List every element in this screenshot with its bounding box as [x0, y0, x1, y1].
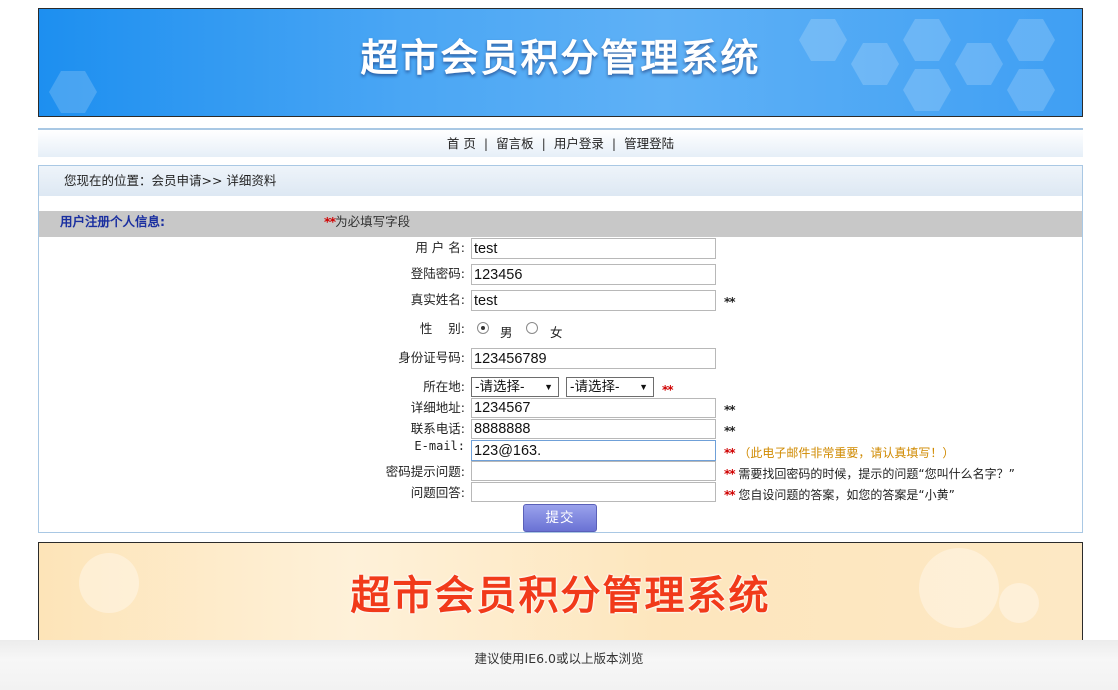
phone-label: 联系电话:	[410, 421, 465, 436]
idcard-input[interactable]	[471, 348, 716, 369]
dropdown-arrow-icon: ▼	[639, 382, 648, 392]
required-mark: **	[724, 295, 736, 309]
browser-hint: 建议使用IE6.0或以上版本浏览	[0, 640, 1118, 690]
required-mark: **	[324, 214, 336, 229]
address-input[interactable]	[471, 398, 716, 418]
nav-home[interactable]: 首 页	[447, 136, 476, 151]
breadcrumb: 您现在的位置：会员申请>> 详细资料	[39, 166, 1082, 196]
email-label: E-mail:	[414, 439, 465, 453]
city-select[interactable]: -请选择- ▼	[566, 377, 654, 397]
answer-note: ** 您自设问题的答案，如您的答案是“小黄”	[724, 486, 955, 503]
top-nav: 首 页 | 留言板 | 用户登录 | 管理登陆	[38, 128, 1083, 157]
email-note-text: （此电子邮件非常重要，请认真填写！）	[738, 446, 955, 460]
gender-female-label: 女	[550, 325, 563, 340]
required-mark: **	[724, 403, 736, 417]
banner-title: 超市会员积分管理系统	[360, 36, 761, 80]
realname-label: 真实姓名:	[410, 292, 465, 307]
password-label: 登陆密码:	[410, 266, 465, 281]
question-label: 密码提示问题:	[385, 464, 465, 479]
required-mark: **	[724, 446, 736, 460]
phone-input[interactable]	[471, 419, 716, 439]
required-note-text: 为必填写字段	[335, 214, 411, 229]
email-note: ** （此电子邮件非常重要，请认真填写！）	[724, 444, 954, 461]
nav-guestbook[interactable]: 留言板	[496, 136, 534, 151]
footer-banner-title: 超市会员积分管理系统	[350, 573, 771, 619]
password-input[interactable]	[471, 264, 716, 285]
required-mark: **	[724, 488, 736, 502]
email-input[interactable]	[471, 440, 716, 461]
required-mark: **	[662, 383, 674, 397]
question-input[interactable]	[471, 461, 716, 481]
username-label: 用 户 名:	[415, 240, 465, 255]
required-mark: **	[724, 424, 736, 438]
section-header: 用户注册个人信息: **为必填写字段	[39, 211, 1082, 237]
province-select[interactable]: -请选择- ▼	[471, 377, 559, 397]
realname-input[interactable]	[471, 290, 716, 311]
gender-label: 性 别:	[419, 321, 465, 336]
registration-panel: 您现在的位置：会员申请>> 详细资料 用户注册个人信息: **为必填写字段 用 …	[38, 165, 1083, 533]
nav-user-login[interactable]: 用户登录	[554, 136, 604, 151]
province-select-value: -请选择-	[475, 379, 525, 394]
nav-separator: |	[541, 136, 546, 151]
required-mark: **	[724, 467, 736, 481]
username-input[interactable]	[471, 238, 716, 259]
gender-male-radio[interactable]	[477, 322, 489, 334]
region-label: 所在地:	[423, 379, 465, 394]
city-select-value: -请选择-	[570, 379, 620, 394]
answer-input[interactable]	[471, 482, 716, 502]
header-banner: 超市会员积分管理系统	[38, 8, 1083, 117]
idcard-label: 身份证号码:	[398, 350, 465, 365]
nav-admin-login[interactable]: 管理登陆	[624, 136, 674, 151]
required-note: **为必填写字段	[324, 211, 410, 233]
question-note: ** 需要找回密码的时候，提示的问题“您叫什么名字？”	[724, 465, 1015, 482]
nav-separator: |	[611, 136, 617, 151]
dropdown-arrow-icon: ▼	[544, 382, 553, 392]
address-label: 详细地址:	[410, 400, 465, 415]
nav-separator: |	[483, 136, 489, 151]
gender-male-label: 男	[500, 325, 513, 340]
question-note-text: 需要找回密码的时候，提示的问题“您叫什么名字？”	[738, 467, 1015, 481]
section-title: 用户注册个人信息:	[60, 214, 165, 229]
gender-female-radio[interactable]	[526, 322, 538, 334]
submit-button[interactable]: 提交	[523, 504, 597, 532]
answer-note-text: 您自设问题的答案，如您的答案是“小黄”	[738, 488, 955, 502]
footer-banner: 超市会员积分管理系统	[38, 542, 1083, 641]
answer-label: 问题回答:	[410, 485, 465, 500]
